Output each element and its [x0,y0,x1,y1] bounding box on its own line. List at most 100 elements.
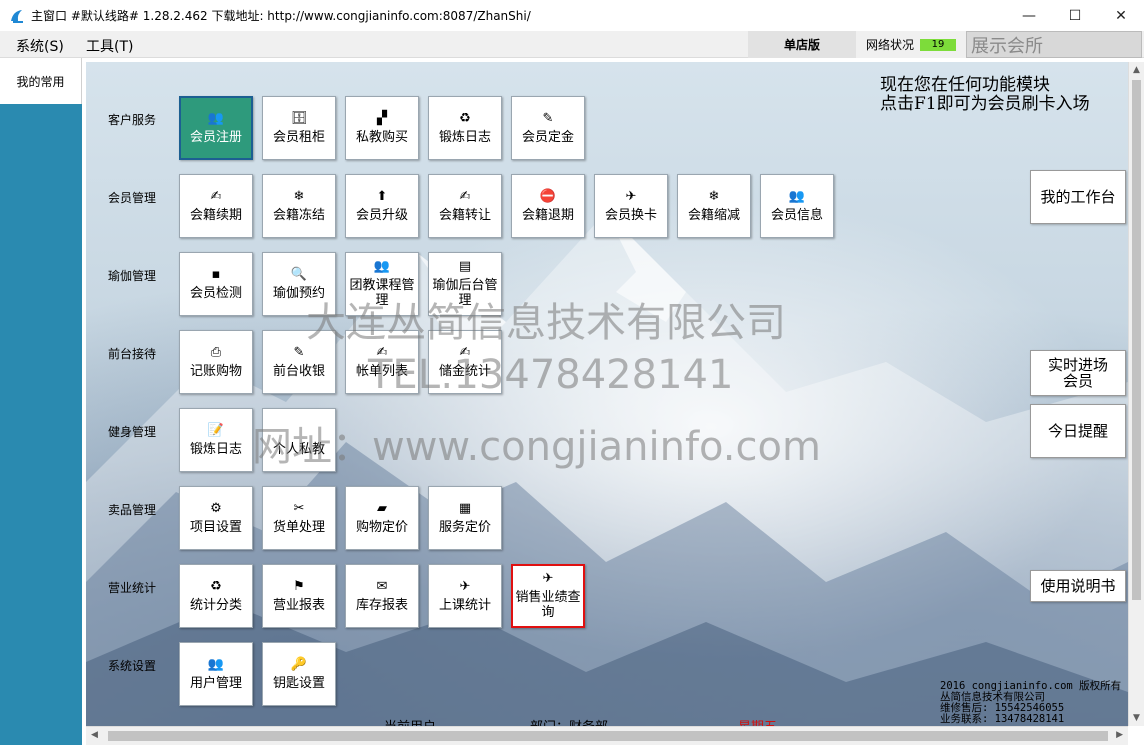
user-manual-button[interactable]: 使用说明书 [1030,570,1126,602]
class-stats-button[interactable]: ✈ 上课统计 [428,564,502,628]
tile-label: 记账购物 [189,363,242,379]
users-icon: 👥 [788,188,806,204]
category-label: 卖品管理 [108,503,157,517]
tile-label: 服务定价 [438,519,491,535]
tile-label: 私教购买 [355,129,408,145]
user-management-button[interactable]: 👥 用户管理 [179,642,253,706]
realtime-members-button[interactable]: 实时进场会员 [1030,350,1126,396]
membership-renew-button[interactable]: ✍ 会籍续期 [179,174,253,238]
tile-label: 项目设置 [189,519,242,535]
key-icon: 🔑 [290,656,308,672]
scroll-right-icon[interactable]: ▶ [1116,730,1123,740]
my-workbench-button[interactable]: 我的工作台 [1030,170,1126,224]
airplane-icon: ✈ [625,188,637,204]
box-icon: ▰ [377,500,387,516]
business-report-button[interactable]: ⚑ 营业报表 [262,564,336,628]
airplane-icon: ✈ [459,578,471,594]
title-bar: 主窗口 #默认线路# 1.28.2.462 下载地址: http://www.c… [0,0,1144,31]
category-label: 客户服务 [108,113,157,127]
tile-label: 会员租柜 [272,129,325,145]
notice-line: 现在您在任何功能模块 [880,75,1050,95]
workout-log-button[interactable]: ♻ 锻炼日志 [428,96,502,160]
recycle-icon: ♻ [459,110,471,126]
locker-rental-button[interactable]: 🗄 会员租柜 [262,96,336,160]
member-checkup-button[interactable]: ▪ 会员检测 [179,252,253,316]
tile-label: 会员换卡 [604,207,657,223]
tile-label: 锻炼日志 [189,441,242,457]
service-pricing-button[interactable]: ▦ 服务定价 [428,486,502,550]
member-deposit-button[interactable]: ✎ 会员定金 [511,96,585,160]
signing-icon: ✍ [210,188,222,204]
venue-selector[interactable]: 展示会所 [966,31,1142,58]
notepad-icon: 📝 [207,422,225,438]
membership-reduce-button[interactable]: ❄ 会籍缩减 [677,174,751,238]
vertical-scroll-thumb[interactable] [1132,80,1141,600]
ledger-icon: ▤ [458,259,472,274]
photo-icon: ▪ [211,266,221,282]
airplane-icon: ✈ [542,571,554,586]
key-settings-button[interactable]: 🔑 钥匙设置 [262,642,336,706]
membership-freeze-button[interactable]: ❄ 会籍冻结 [262,174,336,238]
cash-icon: ✎ [293,344,305,360]
order-processing-button[interactable]: ✂ 货单处理 [262,486,336,550]
tile-label: 购物定价 [355,519,408,535]
envelope-icon: ✉ [376,578,388,594]
horizontal-scroll-thumb[interactable] [108,731,1108,741]
shop-mode-label: 单店版 [748,31,856,58]
horizontal-scrollbar[interactable]: ◀ ▶ [86,726,1128,745]
tile-label: 会员定金 [521,129,574,145]
membership-transfer-button[interactable]: ✍ 会籍转让 [428,174,502,238]
copyright-line: 业务联系: 13478428141 [940,713,1065,725]
tile-label: 前台收银 [272,363,325,379]
scroll-down-icon[interactable]: ▼ [1133,713,1140,723]
stats-category-button[interactable]: ♻ 统计分类 [179,564,253,628]
vertical-scrollbar[interactable]: ▲ ▼ [1128,62,1144,726]
cabinet-icon: 🗄 [290,110,308,126]
member-register-button[interactable]: 👥 会员注册 [179,96,253,160]
fitness-workout-log-button[interactable]: 📝 锻炼日志 [179,408,253,472]
watermark-website: 网址：www.congjianinfo.com [252,424,821,470]
membership-refund-button[interactable]: ⛔ 会籍退期 [511,174,585,238]
users-icon: 👥 [207,656,225,672]
private-coach-purchase-button[interactable]: ▞ 私教购买 [345,96,419,160]
category-label: 会员管理 [108,191,157,205]
sales-performance-query-button[interactable]: ✈ 销售业绩查询 [511,564,585,628]
scroll-up-icon[interactable]: ▲ [1133,65,1140,75]
goods-pricing-button[interactable]: ▰ 购物定价 [345,486,419,550]
tile-label: 锻炼日志 [438,129,491,145]
member-upgrade-button[interactable]: ⬆ 会员升级 [345,174,419,238]
tile-label: 会籍缩减 [687,207,740,223]
tab-my-favorites[interactable]: 我的常用 [0,58,82,104]
tile-label: 钥匙设置 [272,675,325,691]
minimize-button[interactable]: — [1006,0,1052,31]
member-info-button[interactable]: 👥 会员信息 [760,174,834,238]
network-status-label: 网络状况 [866,38,915,52]
blocks-icon: ▞ [377,110,387,126]
pen-icon: ✎ [542,110,554,126]
calculator-icon: ▦ [458,500,472,516]
magnifier-icon: 🔍 [290,266,308,282]
network-status: 网络状况 19 [856,31,966,58]
app-logo-icon [11,9,23,23]
scroll-left-icon[interactable]: ◀ [91,730,98,740]
charge-shopping-button[interactable]: ⎙ 记账购物 [179,330,253,394]
menu-system[interactable]: 系统(S) [16,36,64,56]
tile-label: 上课统计 [438,597,491,613]
signing-icon: ✍ [459,188,471,204]
inventory-report-button[interactable]: ✉ 库存报表 [345,564,419,628]
menu-tools[interactable]: 工具(T) [86,36,133,56]
tile-label: 会籍转让 [438,207,491,223]
today-reminder-button[interactable]: 今日提醒 [1030,404,1126,458]
maximize-button[interactable]: ☐ [1052,0,1098,31]
item-settings-button[interactable]: ⚙ 项目设置 [179,486,253,550]
watermark-phone: TEL:13478428141 [368,352,734,398]
tile-label: 会员检测 [189,285,242,301]
close-button[interactable]: ✕ [1098,0,1144,31]
category-label: 系统设置 [108,659,157,673]
tile-label: 会籍续期 [189,207,242,223]
card-replace-button[interactable]: ✈ 会员换卡 [594,174,668,238]
receipt-icon: ⎙ [210,344,222,360]
tile-label: 销售业绩查询 [515,590,581,620]
snowflake-icon: ❄ [708,188,720,204]
tile-label: 货单处理 [272,519,325,535]
